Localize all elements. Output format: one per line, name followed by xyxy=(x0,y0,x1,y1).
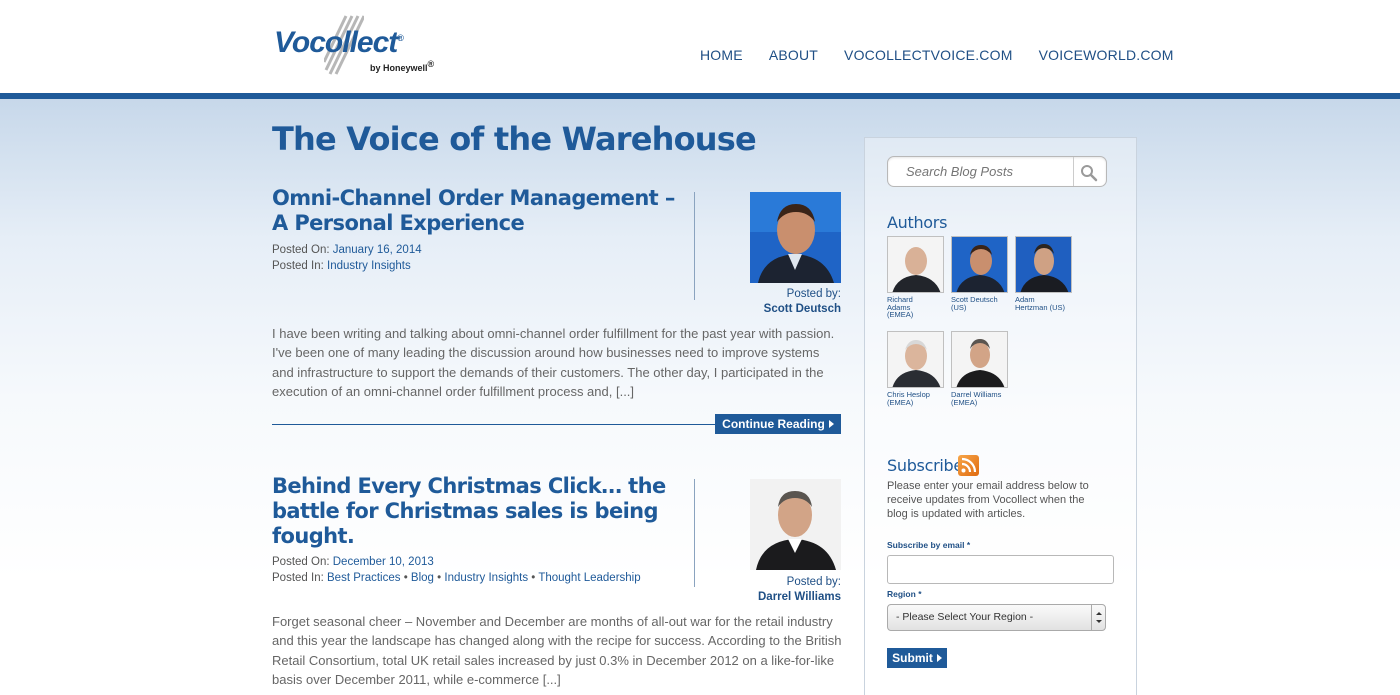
authors-heading: Authors xyxy=(887,213,948,232)
post-date[interactable]: December 10, 2013 xyxy=(333,556,434,568)
posted-by: Posted by: Darrel Williams xyxy=(758,575,841,605)
category-link[interactable]: Best Practices xyxy=(327,572,401,584)
subscribe-description: Please enter your email address below to… xyxy=(887,480,1089,520)
region-select[interactable]: - Please Select Your Region - xyxy=(887,604,1106,631)
category-link[interactable]: Industry Insights xyxy=(444,572,528,584)
posted-on-label: Posted On: xyxy=(272,556,330,568)
author-thumb-chris-heslop[interactable] xyxy=(887,331,944,388)
submit-label: Submit xyxy=(892,651,933,665)
post-meta: Posted On: January 16, 2014 Posted In: I… xyxy=(272,242,422,274)
category-separator: • xyxy=(433,572,445,584)
site-header: Vocollect® by Honeywell® HOME ABOUT VOCO… xyxy=(0,0,1400,93)
post-excerpt: Forget seasonal cheer – November and Dec… xyxy=(272,614,842,687)
logo-wordmark: Vocollect® xyxy=(274,26,404,59)
posted-by-label: Posted by: xyxy=(786,576,841,588)
select-arrows-icon xyxy=(1091,605,1105,630)
category-link[interactable]: Industry Insights xyxy=(327,260,411,272)
author-caption[interactable]: Richard Adams (EMEA) xyxy=(887,296,947,319)
continue-reading-label: Continue Reading xyxy=(722,417,825,431)
post-author[interactable]: Scott Deutsch xyxy=(764,302,841,317)
blog-title: The Voice of the Warehouse xyxy=(272,120,757,158)
post-title[interactable]: Behind Every Christmas Click… the battle… xyxy=(272,474,682,549)
region-label: Region * xyxy=(887,589,922,599)
search-input[interactable] xyxy=(888,157,1073,186)
arrow-right-icon xyxy=(828,419,834,428)
continue-divider xyxy=(272,424,717,425)
author-caption[interactable]: Adam Hertzman (US) xyxy=(1015,296,1075,311)
nav-voiceworld[interactable]: VOICEWORLD.COM xyxy=(1039,47,1174,63)
main-nav: HOME ABOUT VOCOLLECTVOICE.COM VOICEWORLD… xyxy=(700,47,1174,63)
search-field[interactable] xyxy=(887,156,1107,187)
post-date[interactable]: January 16, 2014 xyxy=(333,244,422,256)
email-label: Subscribe by email * xyxy=(887,540,971,550)
category-separator: • xyxy=(528,572,539,584)
posted-by-label: Posted by: xyxy=(786,288,841,300)
search-icon[interactable] xyxy=(1080,164,1098,182)
category-separator: • xyxy=(400,572,411,584)
subscribe-email-input[interactable] xyxy=(887,555,1114,584)
post-divider xyxy=(694,192,695,300)
posted-on-label: Posted On: xyxy=(272,244,330,256)
continue-reading-button[interactable]: Continue Reading xyxy=(715,414,841,434)
author-thumb-adam-hertzman[interactable] xyxy=(1015,236,1072,293)
arrow-right-icon xyxy=(936,653,942,662)
author-caption[interactable]: Chris Heslop (EMEA) xyxy=(887,391,947,406)
search-divider xyxy=(1073,157,1074,186)
subscribe-heading: Subscribe xyxy=(887,456,963,475)
category-link[interactable]: Blog xyxy=(411,572,434,584)
posted-in-label: Posted In: xyxy=(272,572,324,584)
vocollect-logo[interactable]: Vocollect® by Honeywell® xyxy=(274,14,444,76)
post-divider xyxy=(694,479,695,587)
author-caption[interactable]: Scott Deutsch (US) xyxy=(951,296,1011,311)
post-excerpt: I have been writing and talking about om… xyxy=(272,326,835,399)
author-caption[interactable]: Darrel Williams (EMEA) xyxy=(951,391,1011,406)
author-photo[interactable] xyxy=(750,192,841,283)
region-selected-value: - Please Select Your Region - xyxy=(896,611,1034,623)
nav-about[interactable]: ABOUT xyxy=(769,47,818,63)
category-link[interactable]: Thought Leadership xyxy=(538,572,640,584)
submit-button[interactable]: Submit xyxy=(887,648,947,668)
posted-by: Posted by: Scott Deutsch xyxy=(764,287,841,317)
author-photo[interactable] xyxy=(750,479,841,570)
nav-vocollectvoice[interactable]: VOCOLLECTVOICE.COM xyxy=(844,47,1013,63)
author-thumb-scott-deutsch[interactable] xyxy=(951,236,1008,293)
logo-byline: by Honeywell® xyxy=(370,59,435,73)
rss-icon[interactable] xyxy=(958,455,979,476)
nav-home[interactable]: HOME xyxy=(700,47,743,63)
post-title[interactable]: Omni-Channel Order Management – A Person… xyxy=(272,186,682,236)
post-meta: Posted On: December 10, 2013 Posted In: … xyxy=(272,554,641,586)
author-thumb-darrel-williams[interactable] xyxy=(951,331,1008,388)
posted-in-label: Posted In: xyxy=(272,260,324,272)
author-thumb-richard-adams[interactable] xyxy=(887,236,944,293)
post-author[interactable]: Darrel Williams xyxy=(758,590,841,605)
